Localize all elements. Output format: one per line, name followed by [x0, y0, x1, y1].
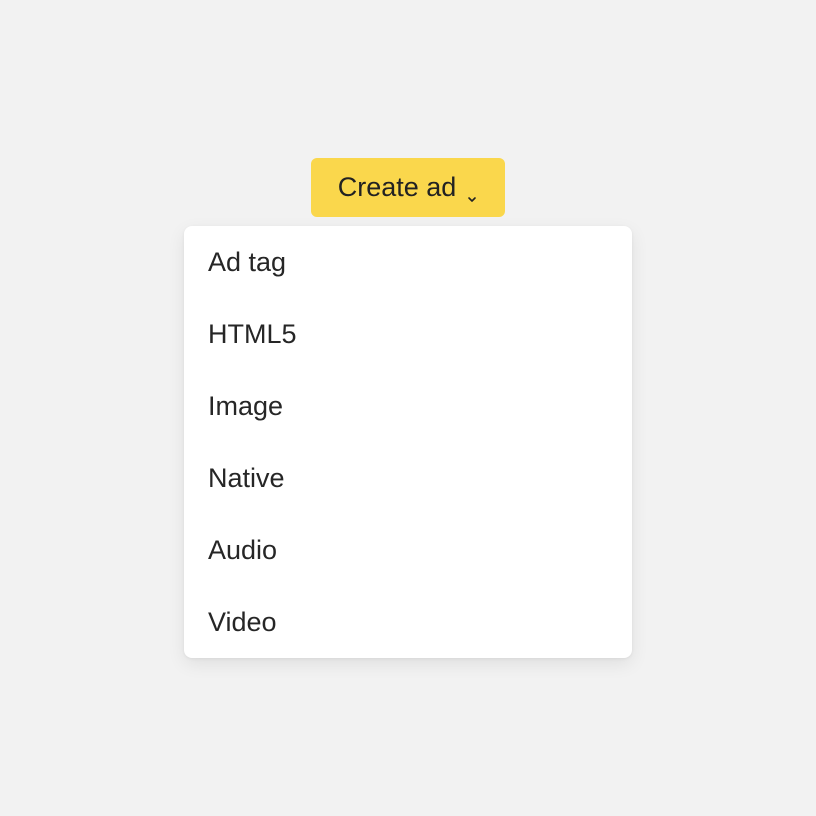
menu-item-native[interactable]: Native	[184, 442, 632, 514]
menu-item-audio[interactable]: Audio	[184, 514, 632, 586]
menu-item-label: HTML5	[208, 318, 297, 349]
menu-item-html5[interactable]: HTML5	[184, 298, 632, 370]
menu-item-label: Native	[208, 462, 285, 493]
create-ad-label: Create ad	[337, 172, 457, 202]
menu-item-image[interactable]: Image	[184, 370, 632, 442]
page-background: Create ad Ad tag HTML5 Image Native Audi…	[0, 0, 816, 816]
chevron-down-icon	[466, 181, 478, 202]
menu-item-label: Video	[208, 606, 277, 637]
menu-item-ad-tag[interactable]: Ad tag	[184, 226, 632, 298]
create-ad-button[interactable]: Create ad	[311, 158, 505, 217]
create-ad-dropdown-menu: Ad tag HTML5 Image Native Audio Video	[184, 226, 632, 658]
menu-item-video[interactable]: Video	[184, 586, 632, 658]
menu-item-label: Ad tag	[208, 246, 287, 277]
menu-item-label: Audio	[208, 534, 278, 565]
menu-item-label: Image	[208, 390, 284, 421]
